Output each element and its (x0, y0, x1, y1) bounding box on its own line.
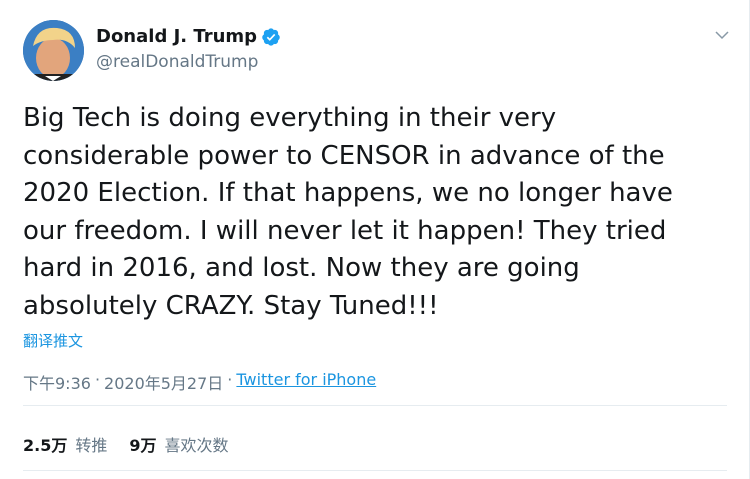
tweet-stats: 2.5万 转推 9万 喜欢次数 (23, 432, 251, 456)
verified-badge-icon (262, 28, 280, 46)
retweets-label: 转推 (75, 436, 108, 455)
meta-separator: · (94, 370, 101, 389)
tweet-card: Donald J. Trump @realDonaldTrump Big Tec… (0, 0, 750, 479)
meta-separator: · (227, 370, 233, 389)
name-row: Donald J. Trump (96, 26, 281, 48)
likes-label: 喜欢次数 (164, 436, 229, 455)
likes-count: 9万 (129, 436, 157, 455)
divider (23, 405, 727, 406)
chevron-down-icon[interactable] (713, 26, 731, 44)
likes-stat[interactable]: 9万 喜欢次数 (129, 432, 228, 456)
display-name[interactable]: Donald J. Trump (96, 26, 257, 48)
divider (23, 470, 727, 471)
tweet-text: Big Tech is doing everything in their ve… (23, 103, 673, 321)
retweets-count: 2.5万 (23, 436, 68, 455)
tweet-time[interactable]: 下午9:36 (23, 370, 91, 394)
user-handle[interactable]: @realDonaldTrump (96, 52, 258, 72)
tweet-source-link[interactable]: Twitter for iPhone (236, 370, 376, 394)
tweet-date[interactable]: 2020年5月27日 (104, 370, 223, 394)
translate-tweet-link[interactable]: 翻译推文 (23, 330, 83, 351)
avatar[interactable] (23, 20, 84, 81)
retweets-stat[interactable]: 2.5万 转推 (23, 432, 107, 456)
user-avatar (23, 20, 84, 81)
tweet-metadata: 下午9:36 · 2020年5月27日 · Twitter for iPhone (23, 370, 376, 394)
